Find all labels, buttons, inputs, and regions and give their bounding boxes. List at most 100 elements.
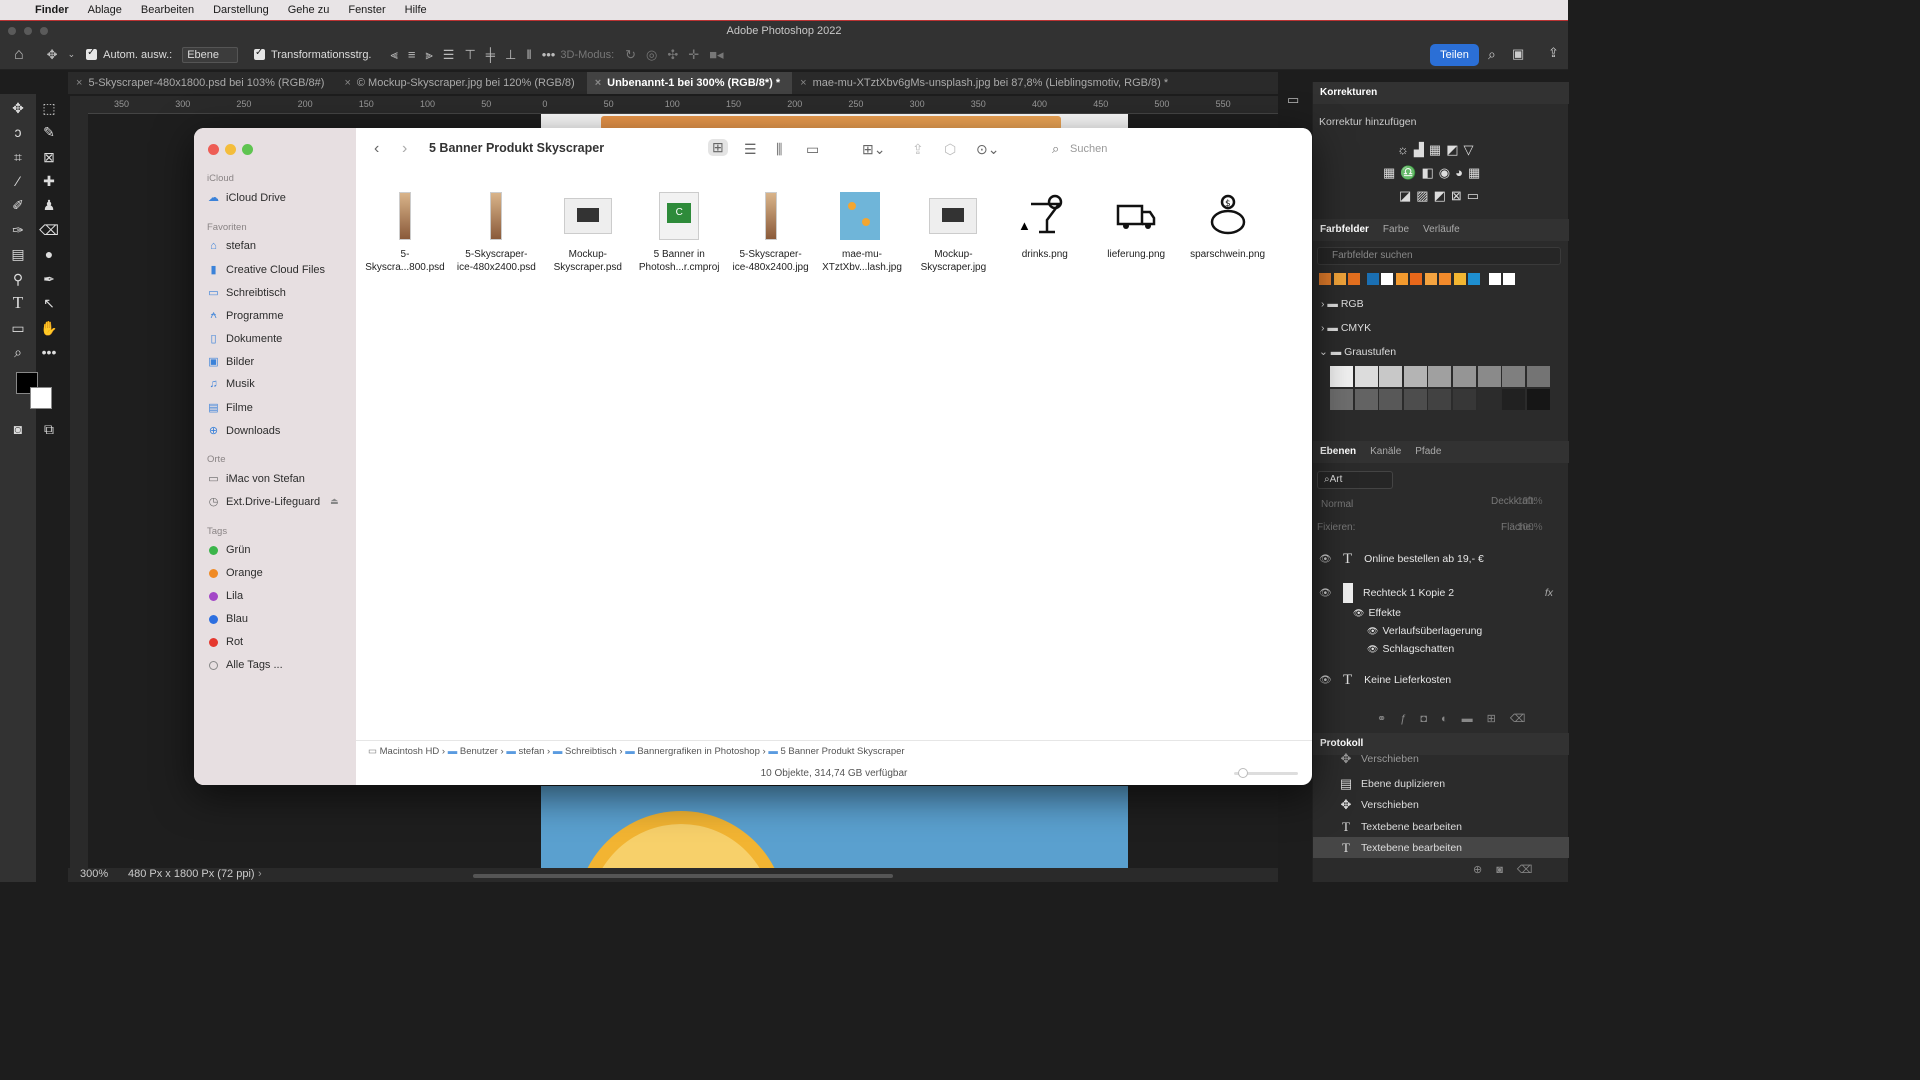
eye-icon[interactable]: 👁 [1353, 608, 1364, 619]
column-view-icon[interactable]: ⫼ [776, 141, 782, 158]
group-by-icon[interactable]: ⊞⌄ [862, 141, 885, 158]
quick-mask-icon[interactable]: ◙ [8, 419, 28, 439]
sidebar-tag-orange[interactable]: Orange [207, 567, 263, 579]
history-item[interactable]: ✥ Verschieben [1313, 794, 1569, 815]
swatch-group-cmyk[interactable]: › ▬ CMYK [1321, 322, 1371, 334]
doc-tab[interactable]: × 5-Skyscraper-480x1800.psd bei 103% (RGB… [68, 72, 336, 94]
finder-search-input[interactable]: ⌕ Suchen [1046, 138, 1302, 160]
history-brush-tool-icon[interactable]: ✑ [8, 220, 28, 240]
swatch-group-grayscale[interactable]: ⌄ ▬ Graustufen [1319, 346, 1396, 358]
distribute-vertical-icon[interactable]: ‖ [526, 47, 531, 62]
grayscale-swatch[interactable] [1502, 389, 1526, 410]
chevron-right-icon[interactable]: › [258, 868, 262, 880]
path-segment[interactable]: stefan [519, 746, 545, 757]
more-options-icon[interactable]: ••• [542, 47, 556, 62]
marquee-tool-icon[interactable]: ⬚ [39, 98, 59, 118]
eject-icon[interactable]: ⏏ [330, 496, 339, 507]
sidebar-item-movies[interactable]: ▤ Filme [207, 401, 253, 415]
fill-value[interactable]: 100% [1517, 522, 1543, 533]
align-right-icon[interactable]: ⫸ [425, 47, 432, 63]
menu-gehe-zu[interactable]: Gehe zu [288, 4, 330, 16]
tab-gradients[interactable]: Verläufe [1423, 224, 1460, 235]
pen-tool-icon[interactable]: ✒ [39, 269, 59, 289]
gallery-view-icon[interactable]: ▭ [806, 141, 819, 158]
grayscale-swatch[interactable] [1354, 366, 1378, 387]
icon-view-icon[interactable]: ⊞ [708, 139, 728, 156]
sidebar-item-downloads[interactable]: ⊕ Downloads [207, 424, 281, 438]
sidebar-all-tags[interactable]: Alle Tags ... [207, 659, 283, 671]
stamp-tool-icon[interactable]: ♟ [39, 195, 59, 215]
color-swatch[interactable] [1319, 273, 1331, 285]
color-swatch[interactable] [1410, 273, 1422, 285]
more-actions-icon[interactable]: ⊙⌄ [976, 141, 999, 158]
blend-mode-dropdown[interactable]: Normal [1317, 496, 1453, 514]
move-tool-icon[interactable]: ✥ [47, 47, 58, 63]
color-swatch[interactable] [1468, 273, 1480, 285]
menu-hilfe[interactable]: Hilfe [405, 4, 427, 16]
dodge-tool-icon[interactable]: ⚲ [8, 269, 28, 289]
color-swatch[interactable] [1333, 273, 1346, 285]
file-item[interactable]: mae-mu- XTztXbv...lash.jpg [817, 192, 907, 274]
tab-history[interactable]: Protokoll [1320, 738, 1363, 749]
3d-rotate-icon[interactable]: ↻ [625, 47, 636, 63]
move-tool-icon[interactable]: ✥ [8, 98, 28, 118]
grayscale-swatch[interactable] [1502, 366, 1526, 387]
window-zoom-button[interactable] [40, 27, 48, 35]
file-item[interactable]: C 5 Banner in Photosh...r.cmproj [634, 192, 724, 274]
sidebar-item-desktop[interactable]: ▭ Schreibtisch [207, 286, 286, 300]
search-icon[interactable]: ⌕ [1488, 46, 1496, 63]
gradient-tool-icon[interactable]: ▤ [8, 244, 28, 264]
auto-select-checkbox[interactable] [86, 47, 98, 60]
sidebar-tag-green[interactable]: Grün [207, 544, 250, 556]
horizontal-scrollbar[interactable] [473, 874, 893, 878]
color-swatch[interactable] [1381, 273, 1393, 285]
history-item-active[interactable]: T Textebene bearbeiten [1313, 837, 1569, 858]
grayscale-swatch[interactable] [1526, 389, 1550, 410]
align-top-icon[interactable]: ⊤ [464, 47, 475, 63]
sidebar-tag-red[interactable]: Rot [207, 636, 243, 648]
opacity-value[interactable]: 100% [1517, 496, 1543, 507]
file-item[interactable]: drinks.png [1000, 192, 1090, 261]
menu-bearbeiten[interactable]: Bearbeiten [141, 4, 194, 16]
sidebar-item-icloud-drive[interactable]: ☁ iCloud Drive [207, 191, 286, 205]
path-segment[interactable]: Bannergrafiken in Photoshop [637, 746, 760, 757]
eraser-tool-icon[interactable]: ⌫ [39, 220, 59, 240]
sidebar-item-applications[interactable]: ⍲ Programme [207, 309, 283, 322]
sidebar-item-creative-cloud[interactable]: ▮ Creative Cloud Files [207, 263, 325, 277]
eye-icon[interactable]: 👁 [1319, 554, 1333, 565]
align-left-icon[interactable]: ⫷ [391, 47, 398, 63]
path-select-tool-icon[interactable]: ↖ [39, 293, 59, 313]
3d-roll-icon[interactable]: ◎ [646, 47, 657, 63]
color-swatch[interactable] [1488, 273, 1501, 285]
sidebar-item-external-drive[interactable]: ◷ Ext.Drive-Lifeguard ⏏ [207, 495, 339, 509]
grayscale-swatch[interactable] [1477, 389, 1501, 410]
eye-icon[interactable]: 👁 [1367, 644, 1378, 655]
grayscale-swatch[interactable] [1477, 366, 1501, 387]
color-swatch[interactable] [1503, 273, 1515, 285]
workspace-icon[interactable]: ▣ [1512, 46, 1524, 62]
file-item[interactable]: Mockup- Skyscraper.psd [543, 192, 633, 274]
history-item[interactable]: T Textebene bearbeiten [1313, 816, 1569, 837]
sidebar-tag-purple[interactable]: Lila [207, 590, 243, 602]
distribute-icon[interactable]: ☰ [443, 47, 455, 63]
brush-tool-icon[interactable]: ✐ [8, 195, 28, 215]
eye-icon[interactable]: 👁 [1319, 675, 1333, 686]
eye-icon[interactable]: 👁 [1319, 588, 1333, 599]
sidebar-item-stefan[interactable]: ⌂ stefan [207, 240, 256, 252]
adjustment-icons-row-1[interactable]: ☼▟▦◩▽ [1397, 142, 1478, 158]
menu-finder[interactable]: Finder [35, 4, 69, 16]
share-button[interactable]: Teilen [1430, 44, 1479, 66]
file-item[interactable]: 5-Skyscraper-ice-480x2400.jpg [726, 192, 816, 274]
grayscale-swatch[interactable] [1526, 366, 1550, 387]
window-close-button[interactable] [8, 27, 16, 35]
sidebar-tag-blue[interactable]: Blau [207, 613, 248, 625]
adjustment-icons-row-3[interactable]: ◪▨◩⊠▭ [1399, 188, 1484, 204]
quick-select-tool-icon[interactable]: ✎ [39, 122, 59, 142]
auto-select-dropdown[interactable]: Ebene [182, 46, 239, 63]
grayscale-swatch[interactable] [1330, 366, 1353, 387]
sidebar-item-pictures[interactable]: ▣ Bilder [207, 355, 254, 369]
history-item[interactable]: ✥ Verschieben [1313, 752, 1569, 766]
color-swatch[interactable] [1366, 273, 1379, 285]
blur-tool-icon[interactable]: ● [39, 244, 59, 264]
align-bottom-icon[interactable]: ⊥ [505, 47, 516, 63]
